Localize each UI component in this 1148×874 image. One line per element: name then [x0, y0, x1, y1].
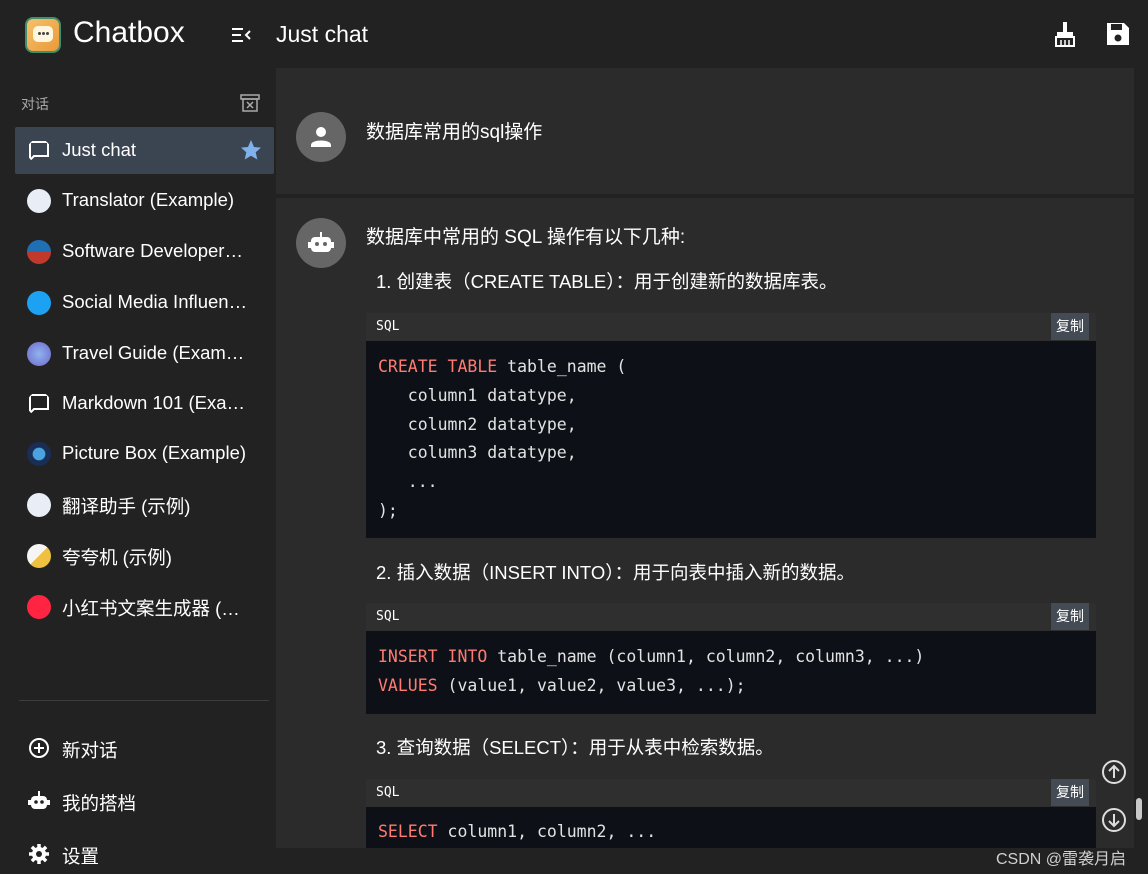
- conversation-label: Translator (Example): [62, 189, 235, 210]
- copy-button[interactable]: 复制: [1051, 779, 1089, 806]
- code-block: SQL 复制 INSERT INTO table_name (column1, …: [366, 603, 1096, 714]
- app-title: Chatbox: [73, 16, 185, 49]
- person-icon: [311, 127, 331, 147]
- chat-title: Just chat: [276, 21, 369, 47]
- code-line: ...: [378, 472, 438, 491]
- translate-icon: [27, 493, 51, 517]
- user-message-text: 数据库常用的sql操作: [366, 122, 543, 143]
- copy-button[interactable]: 复制: [1051, 603, 1089, 630]
- conversation-item-translator[interactable]: Translator (Example): [15, 177, 274, 224]
- code-line: column3 datatype,: [378, 443, 577, 462]
- globe-icon: [27, 342, 51, 366]
- code-line: column2 datatype,: [378, 415, 577, 434]
- code-block: SQL 复制 SELECT column1, column2, ...: [366, 779, 1096, 848]
- code-line: INSERT INTO table_name (column1, column2…: [378, 647, 925, 666]
- conversation-item-travel-guide[interactable]: Travel Guide (Exam…: [15, 330, 274, 377]
- conversation-item-markdown[interactable]: Markdown 101 (Exa…: [15, 380, 274, 427]
- developer-avatar-icon: [27, 240, 51, 264]
- conversation-item-picture-box[interactable]: Picture Box (Example): [15, 430, 274, 477]
- my-copilots-button[interactable]: 我的搭档: [15, 779, 274, 823]
- code-line: CREATE TABLE table_name (: [378, 357, 627, 376]
- user-message: 数据库常用的sql操作: [276, 92, 1134, 194]
- robot-icon: [308, 232, 334, 252]
- save-icon[interactable]: [1104, 20, 1132, 48]
- chatbox-logo-icon: [25, 17, 61, 53]
- assistant-message: 数据库中常用的 SQL 操作有以下几种: 1. 创建表（CREATE TABLE…: [276, 198, 1134, 848]
- chat-area: 数据库常用的sql操作 数据库中常用的 SQL 操作有以下几种: 1. 创建表（…: [276, 68, 1134, 848]
- top-bar: Chatbox Just chat: [0, 0, 1148, 68]
- picture-icon: [27, 442, 51, 466]
- code-language-label: SQL: [376, 785, 400, 800]
- settings-label: 设置: [62, 846, 100, 867]
- code-header: SQL 复制: [366, 779, 1096, 807]
- conversation-label: Social Media Influen…: [62, 291, 248, 312]
- previous-message-edge: [276, 68, 1134, 92]
- copy-button[interactable]: 复制: [1051, 313, 1089, 340]
- chat-bubble-icon: [29, 394, 49, 416]
- collapse-sidebar-icon[interactable]: [229, 23, 253, 47]
- list-item: 1. 创建表（CREATE TABLE）：用于创建新的数据库表。: [376, 271, 838, 292]
- conversation-item-social-media[interactable]: Social Media Influen…: [15, 279, 274, 326]
- cheer-avatar-icon: [27, 544, 51, 568]
- code-language-label: SQL: [376, 609, 400, 624]
- my-copilots-label: 我的搭档: [62, 793, 137, 814]
- code-block: SQL 复制 CREATE TABLE table_name ( column1…: [366, 313, 1096, 538]
- scroll-down-icon[interactable]: [1101, 807, 1127, 833]
- scroll-up-icon[interactable]: [1101, 759, 1127, 785]
- code-line: column1 datatype,: [378, 386, 577, 405]
- conversation-label: Just chat: [62, 139, 137, 160]
- new-chat-label: 新对话: [62, 740, 118, 761]
- sidebar: 对话 Just chat Translator (Example) Softwa…: [0, 68, 276, 874]
- conversation-label: 夸夸机 (示例): [62, 547, 172, 568]
- watermark: CSDN @雷袭月启: [996, 851, 1127, 868]
- broom-icon[interactable]: [1051, 20, 1079, 48]
- settings-button[interactable]: 设置: [15, 832, 274, 874]
- sidebar-divider: [19, 700, 269, 701]
- conversation-label: Travel Guide (Exam…: [62, 342, 245, 363]
- code-line: );: [378, 501, 398, 520]
- conversation-item-just-chat[interactable]: Just chat: [15, 127, 274, 174]
- conversation-label: 翻译助手 (示例): [62, 496, 191, 517]
- new-chat-button[interactable]: 新对话: [15, 726, 274, 770]
- conversation-label: Picture Box (Example): [62, 442, 247, 463]
- conversation-label: Markdown 101 (Exa…: [62, 392, 246, 413]
- conversation-item-software-developer[interactable]: Software Developer…: [15, 228, 274, 275]
- conversation-item-translate-assistant[interactable]: 翻译助手 (示例): [15, 481, 274, 528]
- chat-bubble-icon: [29, 141, 49, 163]
- code-line: SELECT column1, column2, ...: [378, 822, 657, 841]
- assistant-avatar: [296, 218, 346, 268]
- user-avatar: [296, 112, 346, 162]
- conversations-section-label: 对话: [21, 96, 49, 112]
- clear-conversations-icon[interactable]: [240, 94, 260, 112]
- list-item: 2. 插入数据（INSERT INTO）：用于向表中插入新的数据。: [376, 562, 855, 583]
- assistant-intro-text: 数据库中常用的 SQL 操作有以下几种:: [366, 227, 686, 248]
- robot-icon: [28, 791, 50, 809]
- add-circle-icon: [29, 738, 49, 758]
- conversation-label: Software Developer…: [62, 240, 243, 261]
- scrollbar-thumb[interactable]: [1136, 798, 1142, 820]
- code-line: VALUES (value1, value2, value3, ...);: [378, 676, 746, 695]
- twitter-icon: [27, 291, 51, 315]
- code-language-label: SQL: [376, 319, 400, 334]
- translate-icon: [27, 189, 51, 213]
- code-header: SQL 复制: [366, 603, 1096, 631]
- gear-icon: [29, 844, 49, 864]
- conversation-item-xiaohongshu[interactable]: 小红书文案生成器 (…: [15, 583, 274, 630]
- code-header: SQL 复制: [366, 313, 1096, 341]
- star-icon[interactable]: [239, 138, 263, 162]
- list-item: 3. 查询数据（SELECT）：用于从表中检索数据。: [376, 737, 774, 758]
- xiaohongshu-icon: [27, 595, 51, 619]
- conversation-item-praise-bot[interactable]: 夸夸机 (示例): [15, 532, 274, 579]
- conversation-label: 小红书文案生成器 (…: [62, 598, 240, 619]
